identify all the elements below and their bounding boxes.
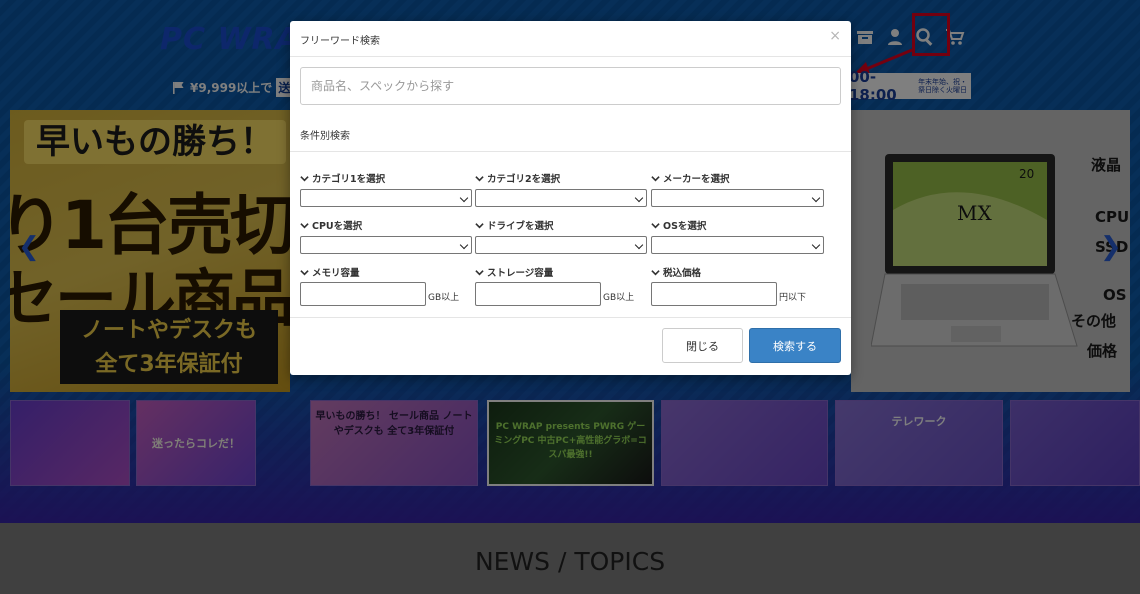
price-unit: 円以下	[779, 293, 807, 303]
category2-select[interactable]	[475, 189, 647, 207]
category1-field: カテゴリ1を選択	[300, 171, 472, 207]
maker-select[interactable]	[651, 189, 824, 207]
chevron-down-icon	[475, 269, 484, 275]
chevron-down-icon	[651, 222, 660, 228]
maker-field: メーカーを選択	[651, 171, 824, 207]
cpu-select[interactable]	[300, 236, 472, 254]
maker-label: メーカーを選択	[663, 174, 730, 185]
chevron-down-icon	[651, 269, 660, 275]
memory-label: メモリ容量	[312, 268, 360, 279]
storage-input[interactable]	[475, 282, 601, 306]
category2-label: カテゴリ2を選択	[487, 174, 561, 185]
cpu-label: CPUを選択	[312, 221, 363, 232]
os-field: OSを選択	[651, 218, 824, 254]
memory-field: メモリ容量 GB以上	[300, 265, 472, 306]
memory-unit: GB以上	[428, 293, 460, 303]
storage-field: ストレージ容量 GB以上	[475, 265, 647, 306]
os-label: OSを選択	[663, 221, 707, 232]
cpu-field: CPUを選択	[300, 218, 472, 254]
free-word-search-input[interactable]	[300, 67, 841, 105]
storage-unit: GB以上	[603, 293, 635, 303]
close-button[interactable]: 閉じる	[662, 328, 743, 363]
drive-label: ドライブを選択	[487, 221, 554, 232]
chevron-down-icon	[300, 222, 309, 228]
drive-field: ドライブを選択	[475, 218, 647, 254]
price-label: 税込価格	[663, 268, 702, 279]
search-modal: フリーワード検索 × 条件別検索 カテゴリ1を選択 カテゴリ2を選択 メーカーを…	[290, 21, 851, 375]
category2-field: カテゴリ2を選択	[475, 171, 647, 207]
chevron-down-icon	[651, 175, 660, 181]
chevron-down-icon	[475, 222, 484, 228]
category1-select[interactable]	[300, 189, 472, 207]
storage-label: ストレージ容量	[487, 268, 554, 279]
modal-title: フリーワード検索	[300, 36, 380, 47]
news-title: NEWS / TOPICS	[474, 547, 666, 576]
memory-input[interactable]	[300, 282, 426, 306]
chevron-down-icon	[475, 175, 484, 181]
price-input[interactable]	[651, 282, 777, 306]
modal-header: フリーワード検索 ×	[290, 21, 851, 57]
os-select[interactable]	[651, 236, 824, 254]
chevron-down-icon	[300, 269, 309, 275]
search-button[interactable]: 検索する	[749, 328, 841, 363]
divider	[290, 151, 851, 152]
drive-select[interactable]	[475, 236, 647, 254]
condition-search-title: 条件別検索	[300, 131, 350, 142]
chevron-down-icon	[300, 175, 309, 181]
price-field: 税込価格 円以下	[651, 265, 823, 306]
divider	[290, 317, 851, 318]
category1-label: カテゴリ1を選択	[312, 174, 386, 185]
close-icon[interactable]: ×	[829, 28, 841, 44]
